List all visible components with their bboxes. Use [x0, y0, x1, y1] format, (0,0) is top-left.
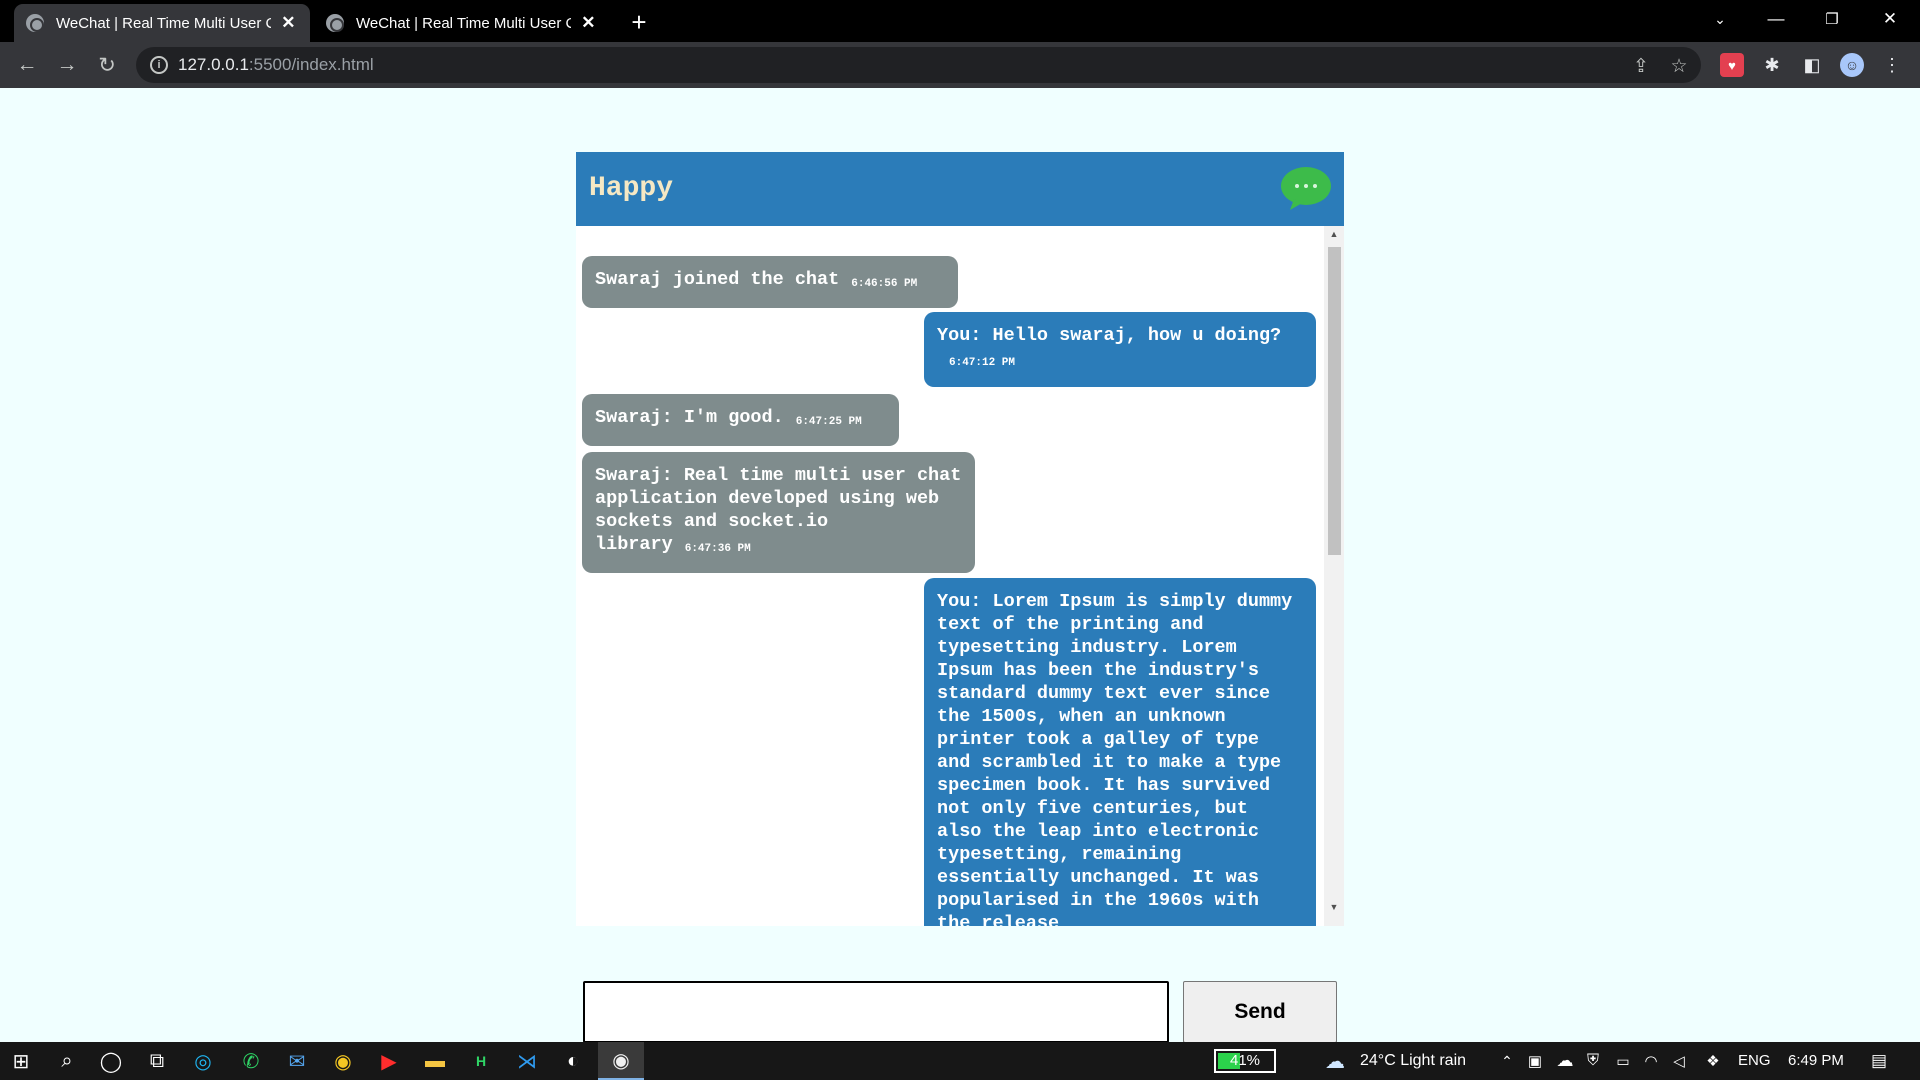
weather-cloud-icon: ☁	[1325, 1050, 1345, 1073]
cortana-ring-icon[interactable]: ◎	[190, 1048, 216, 1074]
restore-icon[interactable]: ❐	[1804, 0, 1860, 38]
meet-now-icon[interactable]: ▣	[1522, 1048, 1548, 1074]
cortana-icon[interactable]: ◯	[98, 1048, 124, 1074]
task-view-icon[interactable]: ⧉	[144, 1048, 170, 1074]
scroll-down-arrow-icon[interactable]: ▼	[1324, 899, 1344, 916]
message-time: 6:47:12 PM	[949, 357, 1016, 369]
extensions-puzzle-icon[interactable]: ✱	[1760, 53, 1784, 77]
tab-close-icon[interactable]: ✕	[279, 13, 298, 33]
battery-indicator[interactable]: 41%	[1214, 1049, 1276, 1073]
scroll-thumb[interactable]	[1328, 247, 1341, 555]
message-composer: Send	[583, 978, 1343, 1044]
chrome-menu-icon[interactable]: ⋮	[1880, 53, 1904, 77]
message-bubble: Swaraj: I'm good. 6:47:25 PM	[582, 394, 899, 446]
tab-title: WeChat | Real Time Multi User Chat	[56, 14, 271, 32]
vscode-icon[interactable]: ⋊	[514, 1048, 540, 1074]
profile-avatar-icon[interactable]: ☺	[1840, 53, 1864, 77]
send-button[interactable]: Send	[1183, 981, 1337, 1043]
back-icon[interactable]: ←	[12, 50, 42, 80]
message-bubble: Swaraj joined the chat 6:46:56 PM	[582, 256, 958, 308]
page-viewport: Happy Swaraj joined the chat 6:46:56 PM Y…	[0, 88, 1920, 1043]
file-explorer-icon[interactable]: ▬	[422, 1048, 448, 1074]
minimize-icon[interactable]: —	[1748, 0, 1804, 38]
address-bar[interactable]: i 127.0.0.1:5500/index.html ⇪ ☆	[136, 47, 1701, 83]
windows-start-icon[interactable]: ⊞	[8, 1048, 34, 1074]
youtube-icon[interactable]: ▶	[376, 1048, 402, 1074]
window-close-icon[interactable]: ✕	[1862, 0, 1918, 38]
new-tab-button[interactable]: +	[623, 6, 655, 38]
hackerrank-icon[interactable]: H	[468, 1048, 494, 1074]
browser-toolbar: ← → ↻ i 127.0.0.1:5500/index.html ⇪ ☆ ♥ …	[0, 42, 1920, 88]
battery-percent: 41%	[1229, 1052, 1261, 1069]
side-panel-icon[interactable]: ◧	[1800, 53, 1824, 77]
chat-container: Happy Swaraj joined the chat 6:46:56 PM Y…	[576, 152, 1344, 1043]
github-icon[interactable]: ◐	[560, 1048, 586, 1074]
security-shield-icon[interactable]: ⛨	[1580, 1048, 1606, 1074]
message-list[interactable]: Swaraj joined the chat 6:46:56 PM You: He…	[576, 226, 1344, 926]
message-time: 6:46:56 PM	[851, 278, 918, 290]
globe-icon	[26, 14, 44, 32]
bookmark-star-icon[interactable]: ☆	[1666, 53, 1692, 79]
message-text: Swaraj: Real time multi user chat applic…	[595, 465, 962, 555]
clock[interactable]: 6:49 PM	[1788, 1042, 1844, 1080]
browser-tabstrip: WeChat | Real Time Multi User Chat ✕ WeC…	[0, 0, 1920, 42]
chat-bubble-logo-icon	[1281, 167, 1331, 210]
globe-icon	[326, 14, 344, 32]
site-info-icon[interactable]: i	[150, 56, 168, 74]
mail-icon[interactable]: ✉	[284, 1048, 310, 1074]
dropbox-icon[interactable]: ❖	[1700, 1048, 1726, 1074]
message-text: Swaraj joined the chat	[595, 269, 840, 290]
scroll-up-arrow-icon[interactable]: ▲	[1324, 226, 1344, 243]
message-list-scrollbar[interactable]: ▲ ▼	[1324, 226, 1344, 926]
wifi-icon[interactable]: ◠	[1638, 1048, 1664, 1074]
message-bubble: You: Lorem Ipsum is simply dummy text of…	[924, 578, 1316, 926]
battery-icon[interactable]: ▭	[1610, 1048, 1636, 1074]
chrome-active-app-icon[interactable]: ◉	[598, 1042, 644, 1080]
message-text: Swaraj: I'm good.	[595, 407, 784, 428]
chat-title: Happy	[589, 173, 674, 204]
windows-taskbar: ⊞ ⌕ ◯ ⧉ ◎ ✆ ✉ ◉ ▶ ▬ H ⋊ ◐ ◉ 41% ☁ 24°C L…	[0, 1042, 1920, 1080]
chrome-icon[interactable]: ◉	[330, 1048, 356, 1074]
message-text: You: Lorem Ipsum is simply dummy text of…	[937, 591, 1293, 926]
url-text: 127.0.0.1:5500/index.html	[178, 55, 374, 74]
weather-text[interactable]: 24°C Light rain	[1360, 1042, 1466, 1080]
onedrive-icon[interactable]: ☁	[1552, 1048, 1578, 1074]
language-indicator[interactable]: ENG	[1738, 1042, 1771, 1080]
message-time: 6:47:25 PM	[795, 416, 862, 428]
browser-tab-1[interactable]: WeChat | Real Time Multi User Chat ✕	[14, 4, 310, 42]
pocket-extension-icon[interactable]: ♥	[1720, 53, 1744, 77]
search-icon[interactable]: ⌕	[54, 1048, 80, 1074]
reload-icon[interactable]: ↻	[92, 50, 122, 80]
notifications-icon[interactable]: ▤	[1866, 1048, 1892, 1074]
tab-search-icon[interactable]: ⌄	[1692, 0, 1748, 38]
show-hidden-icons-icon[interactable]: ⌃	[1494, 1048, 1520, 1074]
whatsapp-icon[interactable]: ✆	[238, 1048, 264, 1074]
share-icon[interactable]: ⇪	[1628, 53, 1654, 79]
tab-close-icon[interactable]: ✕	[579, 13, 598, 33]
chat-header: Happy	[576, 152, 1344, 226]
browser-tab-2[interactable]: WeChat | Real Time Multi User Chat ✕	[314, 4, 610, 42]
forward-icon[interactable]: →	[52, 50, 82, 80]
message-time: 6:47:36 PM	[684, 543, 751, 555]
message-bubble: You: Hello swaraj, how u doing? 6:47:12 P…	[924, 312, 1316, 387]
message-bubble: Swaraj: Real time multi user chat applic…	[582, 452, 975, 573]
volume-icon[interactable]: ◁	[1666, 1048, 1692, 1074]
message-input[interactable]	[583, 981, 1169, 1043]
message-text: You: Hello swaraj, how u doing?	[937, 325, 1282, 346]
tab-title: WeChat | Real Time Multi User Chat	[356, 14, 571, 32]
